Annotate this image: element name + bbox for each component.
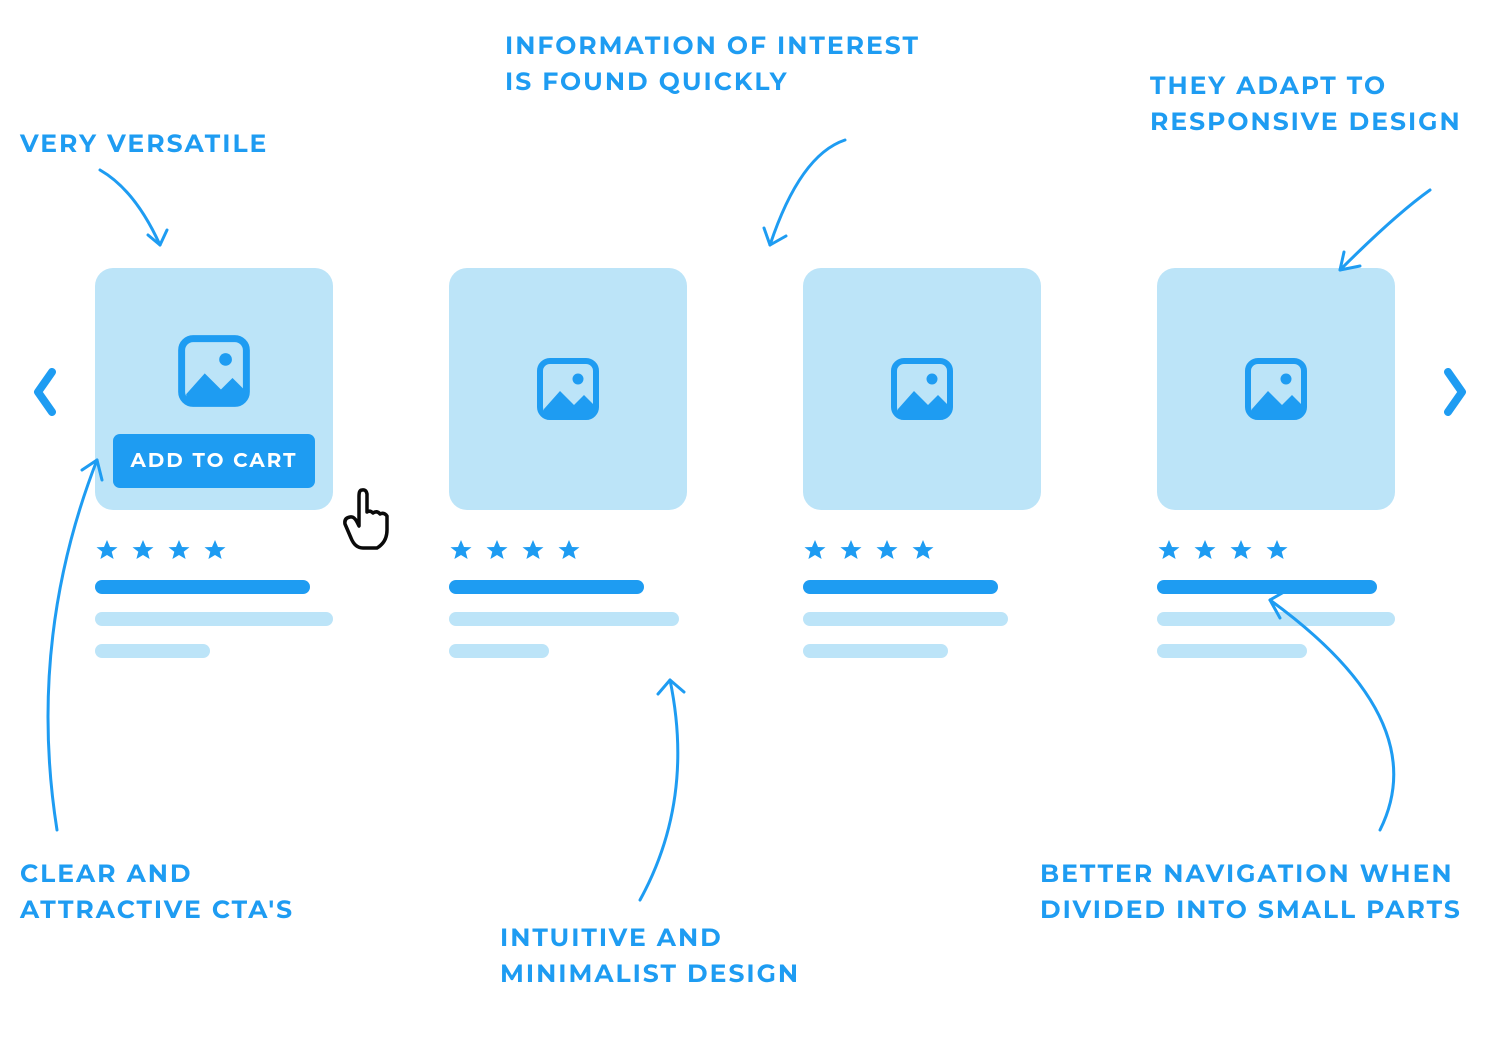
star-icon xyxy=(911,538,935,562)
title-placeholder xyxy=(803,580,998,594)
carousel: ADD TO CART xyxy=(95,268,1395,658)
annotation-intuitive: INTUITIVE AND MINIMALIST DESIGN xyxy=(500,920,880,993)
annotation-info-found: INFORMATION OF INTEREST IS FOUND QUICKLY xyxy=(505,28,925,101)
text-line-placeholder xyxy=(1157,644,1307,658)
annotation-versatile: VERY VERSATILE xyxy=(20,126,268,162)
image-icon xyxy=(536,357,600,421)
star-icon xyxy=(95,538,119,562)
text-line-placeholder xyxy=(803,644,948,658)
add-to-cart-button[interactable]: ADD TO CART xyxy=(113,434,315,488)
product-card[interactable] xyxy=(803,268,1041,658)
title-placeholder xyxy=(1157,580,1377,594)
star-icon xyxy=(449,538,473,562)
rating-stars xyxy=(449,538,687,562)
pointer-cursor-icon xyxy=(339,486,397,557)
image-icon xyxy=(1244,357,1308,421)
image-icon xyxy=(177,334,251,408)
star-icon xyxy=(521,538,545,562)
text-line-placeholder xyxy=(449,644,549,658)
star-icon xyxy=(803,538,827,562)
text-line-placeholder xyxy=(95,612,333,626)
annotation-arrow xyxy=(740,130,860,270)
annotation-navigation: BETTER NAVIGATION WHEN DIVIDED INTO SMAL… xyxy=(1040,856,1470,929)
chevron-right-icon xyxy=(1440,368,1468,416)
star-icon xyxy=(1265,538,1289,562)
card-image-area xyxy=(449,268,687,510)
text-line-placeholder xyxy=(95,644,210,658)
rating-stars xyxy=(95,538,333,562)
prev-button[interactable] xyxy=(32,368,60,421)
annotation-responsive: THEY ADAPT TO RESPONSIVE DESIGN xyxy=(1150,68,1470,141)
star-icon xyxy=(485,538,509,562)
next-button[interactable] xyxy=(1440,368,1468,421)
star-icon xyxy=(1157,538,1181,562)
text-line-placeholder xyxy=(803,612,1008,626)
annotation-arrow xyxy=(600,660,720,910)
text-line-placeholder xyxy=(449,612,679,626)
title-placeholder xyxy=(95,580,310,594)
product-card[interactable] xyxy=(1157,268,1395,658)
card-image-area xyxy=(1157,268,1395,510)
add-to-cart-label: ADD TO CART xyxy=(130,449,297,473)
star-icon xyxy=(203,538,227,562)
star-icon xyxy=(1229,538,1253,562)
rating-stars xyxy=(803,538,1041,562)
chevron-left-icon xyxy=(32,368,60,416)
star-icon xyxy=(131,538,155,562)
product-card[interactable]: ADD TO CART xyxy=(95,268,333,658)
star-icon xyxy=(557,538,581,562)
card-image-area: ADD TO CART xyxy=(95,268,333,510)
annotation-clear-cta: CLEAR AND ATTRACTIVE CTA'S xyxy=(20,856,340,929)
title-placeholder xyxy=(449,580,644,594)
product-card[interactable] xyxy=(449,268,687,658)
image-icon xyxy=(890,357,954,421)
rating-stars xyxy=(1157,538,1395,562)
card-image-area xyxy=(803,268,1041,510)
text-line-placeholder xyxy=(1157,612,1395,626)
star-icon xyxy=(839,538,863,562)
star-icon xyxy=(167,538,191,562)
star-icon xyxy=(1193,538,1217,562)
star-icon xyxy=(875,538,899,562)
annotation-arrow xyxy=(90,160,200,270)
